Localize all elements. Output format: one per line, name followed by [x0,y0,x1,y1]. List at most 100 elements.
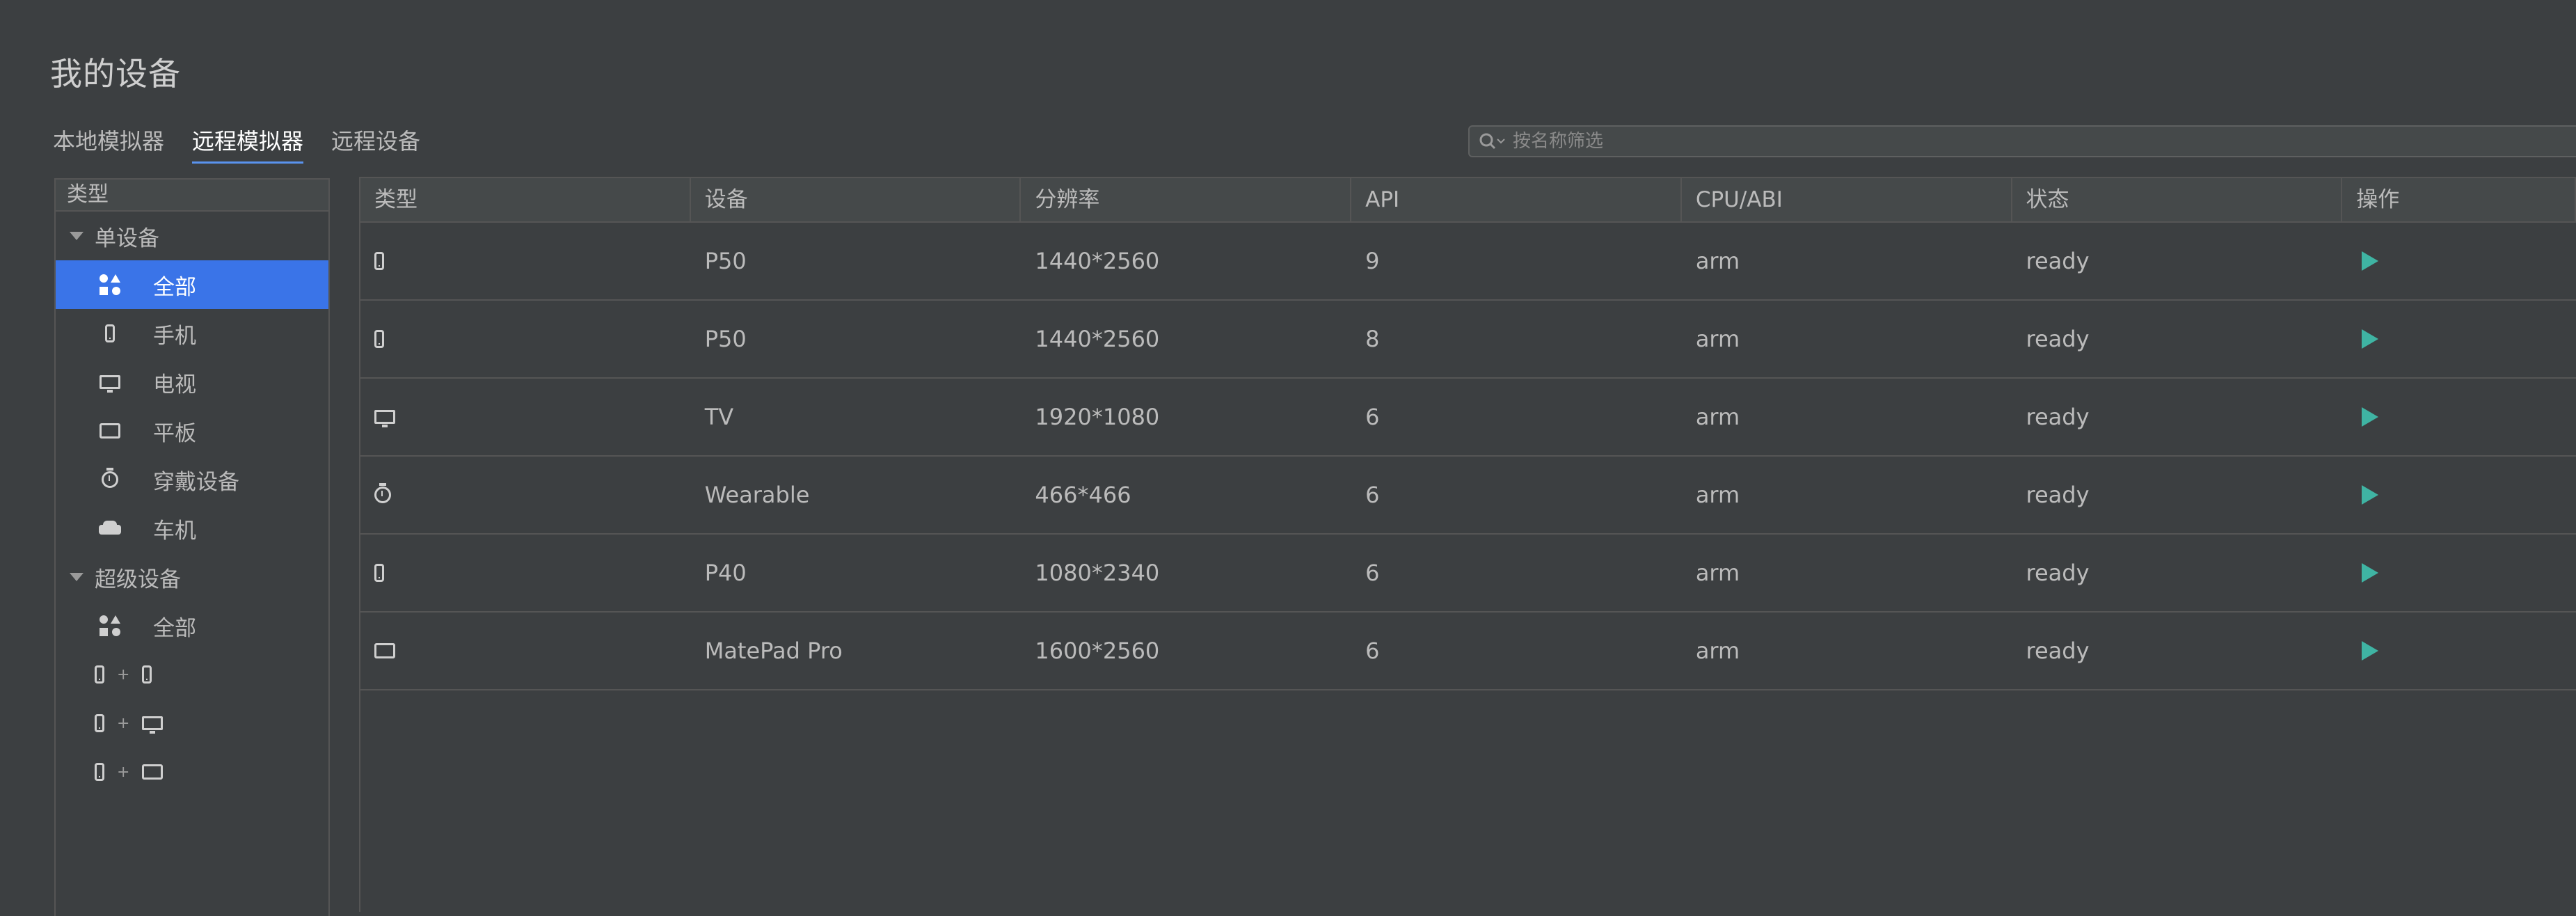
group-super-device[interactable]: 超级设备 [56,553,328,601]
tab-remote-device[interactable]: 远程设备 [331,124,420,164]
plus-label: + [117,714,130,732]
tv-icon [95,368,125,396]
type-cell [360,535,691,611]
all-devices-icon [95,612,125,640]
group-single-device[interactable]: 单设备 [56,212,328,260]
play-icon[interactable] [2362,641,2379,661]
search-input[interactable] [1511,130,2576,152]
sidebar-item-label: 车机 [153,518,196,544]
resolution-cell: 1440*2560 [1035,326,1160,352]
table-row[interactable]: TV 1920*1080 6 arm ready [360,379,2576,457]
table-row[interactable]: P40 1080*2340 6 arm ready [360,535,2576,613]
sidebar-item-label: 电视 [153,372,196,397]
action-cell [2342,613,2576,689]
column-header-resolution[interactable]: 分辨率 [1021,178,1352,221]
device-table: 类型 设备 分辨率 API CPU/ABI 状态 操作 P50 1440*256… [359,177,2576,912]
tablet-icon [142,764,164,780]
page-title: 我的设备 [50,55,181,93]
sidebar-item-label: 手机 [153,323,196,349]
tab-local-emulator[interactable]: 本地模拟器 [53,124,164,164]
table-header: 类型 设备 分辨率 API CPU/ABI 状态 操作 [360,178,2576,223]
sidebar-item-super-all[interactable]: 全部 [56,601,328,650]
device-cell: Wearable [704,482,810,508]
column-header-api[interactable]: API [1351,178,1682,221]
search-icon [1478,131,1506,152]
table-row[interactable]: Wearable 466*466 6 arm ready [360,457,2576,535]
api-cell: 9 [1365,248,1380,274]
action-cell [2342,457,2576,533]
sidebar-item-phone[interactable]: 手机 [56,309,328,358]
sidebar-item-label: 全部 [153,615,196,641]
table-row[interactable]: MatePad Pro 1600*2560 6 arm ready [360,613,2576,690]
device-cell: P40 [704,560,747,586]
tablet-icon [95,417,125,445]
plus-label: + [117,665,130,684]
tab-remote-emulator[interactable]: 远程模拟器 [192,124,304,164]
cpu-cell: arm [1695,248,1740,274]
column-header-action: 操作 [2342,178,2576,221]
status-cell: ready [2026,560,2090,586]
search-box[interactable] [1468,125,2576,157]
resolution-cell: 1920*1080 [1035,404,1160,430]
resolution-cell: 466*466 [1035,482,1131,508]
column-header-device[interactable]: 设备 [691,178,1021,221]
phone-icon [374,330,384,348]
tv-icon [142,716,164,734]
device-type-sidebar: 类型 单设备 全部 手机 电视 平板 穿戴设备 车机 超级设备 全部 + + + [54,178,330,916]
api-cell: 8 [1365,326,1380,352]
sidebar-item-label: 全部 [153,274,196,300]
play-icon[interactable] [2362,251,2379,271]
play-icon[interactable] [2362,485,2379,505]
status-cell: ready [2026,638,2090,664]
sidebar-item-tv[interactable]: 电视 [56,358,328,406]
watch-icon [95,466,125,493]
device-cell: P50 [704,326,747,352]
sidebar-item-label: 平板 [153,420,196,446]
status-cell: ready [2026,404,2090,430]
play-icon[interactable] [2362,407,2379,427]
phone-icon [374,564,384,582]
group-label: 单设备 [95,226,159,251]
phone-icon [374,252,384,270]
column-header-status[interactable]: 状态 [2012,178,2343,221]
phone-icon [95,714,104,732]
column-header-cpu[interactable]: CPU/ABI [1682,178,2012,221]
play-icon[interactable] [2362,329,2379,349]
column-header-type[interactable]: 类型 [360,178,691,221]
api-cell: 6 [1365,560,1380,586]
cpu-cell: arm [1695,482,1740,508]
phone-icon [95,763,104,781]
sidebar-item-tablet[interactable]: 平板 [56,406,328,455]
group-label: 超级设备 [95,567,181,592]
device-cell: P50 [704,248,747,274]
sidebar-item-phone-plus-tablet[interactable]: + [56,748,328,796]
sidebar-item-all[interactable]: 全部 [56,260,328,309]
resolution-cell: 1080*2340 [1035,560,1160,586]
sidebar-item-phone-plus-phone[interactable]: + [56,650,328,699]
api-cell: 6 [1365,482,1380,508]
device-cell: TV [704,404,734,430]
resolution-cell: 1440*2560 [1035,248,1160,274]
phone-icon [95,319,125,347]
sidebar-item-car[interactable]: 车机 [56,504,328,553]
status-cell: ready [2026,326,2090,352]
sidebar-header: 类型 [56,180,328,212]
type-cell [360,379,691,455]
action-cell [2342,223,2576,299]
watch-icon [374,483,391,503]
type-cell [360,613,691,689]
table-row[interactable]: P50 1440*2560 9 arm ready [360,223,2576,301]
type-cell [360,301,691,377]
cpu-cell: arm [1695,560,1740,586]
cpu-cell: arm [1695,404,1740,430]
action-cell [2342,379,2576,455]
sidebar-item-phone-plus-tv[interactable]: + [56,699,328,748]
device-cell: MatePad Pro [704,638,843,664]
plus-label: + [117,763,130,781]
sidebar-item-wearable[interactable]: 穿戴设备 [56,455,328,504]
table-row[interactable]: P50 1440*2560 8 arm ready [360,301,2576,379]
phone-plus-phone-icon: + [95,665,152,684]
phone-icon [95,665,104,684]
play-icon[interactable] [2362,563,2379,583]
phone-plus-tablet-icon: + [95,763,164,781]
